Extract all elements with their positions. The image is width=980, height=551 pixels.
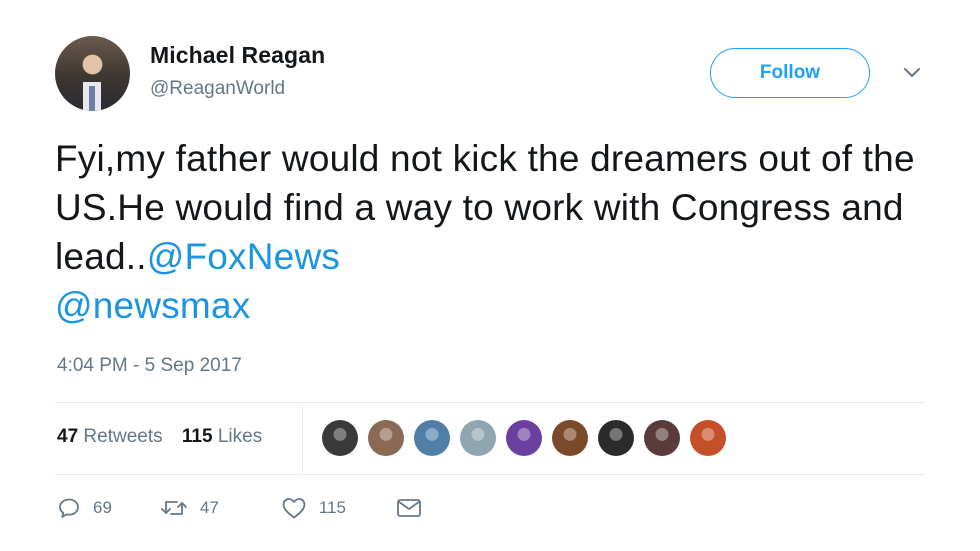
- chevron-down-icon[interactable]: [902, 66, 922, 80]
- retweet-action[interactable]: 47: [160, 496, 219, 520]
- tweet-actions: 69 47 115: [57, 496, 422, 520]
- likes-stat[interactable]: 115 Likes: [182, 426, 262, 447]
- heart-icon: [281, 496, 307, 520]
- liker-avatars: [322, 420, 736, 456]
- engagement-stats: 47 Retweets 115 Likes: [57, 426, 262, 448]
- retweets-count: 47: [57, 426, 79, 447]
- divider-top: [55, 402, 925, 403]
- liker-avatar-5[interactable]: [506, 420, 542, 456]
- tweet-timestamp[interactable]: 4:04 PM - 5 Sep 2017: [57, 355, 242, 377]
- likes-label: Likes: [217, 426, 263, 447]
- liker-avatar-7[interactable]: [598, 420, 634, 456]
- retweets-label: Retweets: [83, 426, 163, 447]
- liker-avatar-8[interactable]: [644, 420, 680, 456]
- mention-foxnews[interactable]: @FoxNews: [147, 236, 340, 277]
- direct-message-action[interactable]: [396, 497, 422, 519]
- profile-avatar[interactable]: [55, 36, 130, 111]
- liker-avatar-4[interactable]: [460, 420, 496, 456]
- mention-newsmax[interactable]: @newsmax: [55, 285, 250, 326]
- reply-icon: [57, 496, 81, 520]
- follow-button[interactable]: Follow: [710, 48, 870, 98]
- liker-avatar-3[interactable]: [414, 420, 450, 456]
- reply-count: 69: [93, 498, 112, 517]
- retweet-count: 47: [199, 498, 219, 517]
- reply-action[interactable]: 69: [57, 496, 112, 520]
- divider-bottom: [55, 474, 925, 475]
- user-handle[interactable]: @ReaganWorld: [150, 78, 285, 100]
- liker-avatar-1[interactable]: [322, 420, 358, 456]
- liker-avatar-9[interactable]: [690, 420, 726, 456]
- like-action[interactable]: 115: [281, 496, 346, 520]
- liker-avatar-2[interactable]: [368, 420, 404, 456]
- liker-avatar-6[interactable]: [552, 420, 588, 456]
- retweet-icon: [160, 496, 188, 520]
- retweets-stat[interactable]: 47 Retweets: [57, 426, 163, 447]
- avatar-tie: [89, 86, 95, 111]
- envelope-icon: [396, 497, 422, 519]
- tweet-text: Fyi,my father would not kick the dreamer…: [55, 134, 935, 330]
- likes-count: 115: [181, 426, 213, 447]
- stats-separator: [302, 403, 303, 473]
- like-count: 115: [318, 498, 346, 517]
- display-name[interactable]: Michael Reagan: [150, 42, 325, 69]
